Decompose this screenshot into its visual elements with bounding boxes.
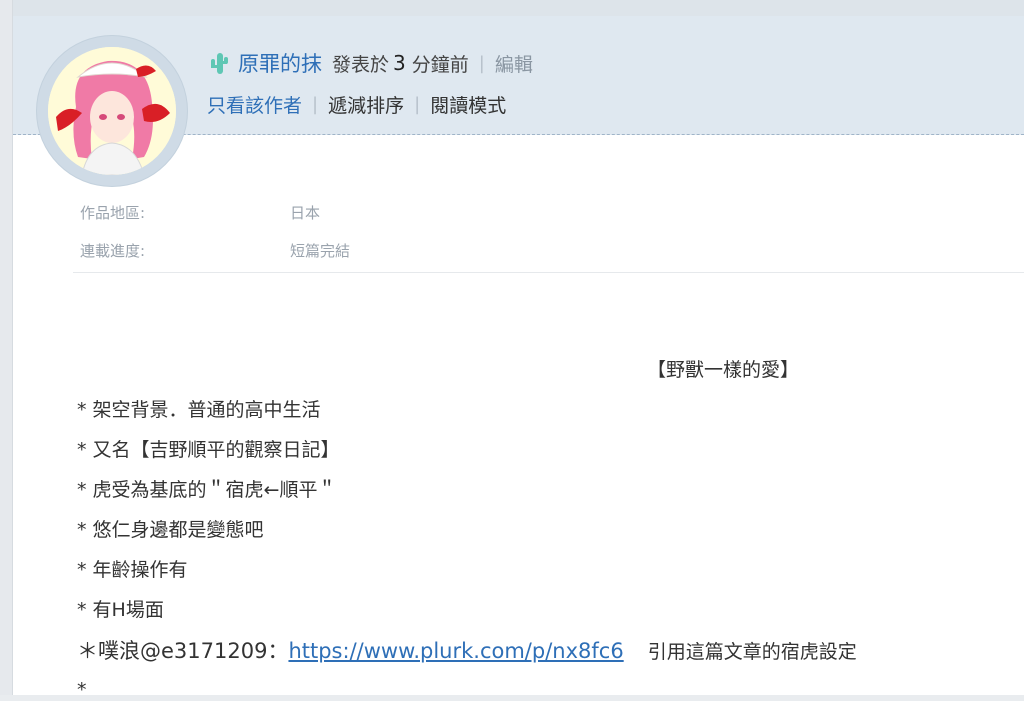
post-title: 【野獸一樣的愛】 xyxy=(647,359,800,381)
plurk-line: ＊噗浪@e3171209：https://www.plurk.com/p/nx8… xyxy=(77,635,857,665)
divider xyxy=(73,272,1024,273)
info-row-region: 作品地區: 日本 xyxy=(80,196,1024,234)
info-label: 連載進度: xyxy=(80,242,146,260)
info-label: 作品地區: xyxy=(80,204,146,222)
separator: | xyxy=(478,52,485,74)
post-meta-row: 原罪的抹 發表於 3 分鐘前 | 編輯 xyxy=(208,48,533,78)
bullet-line: * 架空背景．普通的高中生活 xyxy=(77,399,321,421)
posted-prefix: 發表於 xyxy=(332,53,390,76)
avatar[interactable] xyxy=(37,36,187,186)
bullet-line: * 年齡操作有 xyxy=(77,559,188,581)
post-card: 原罪的抹 發表於 3 分鐘前 | 編輯 只看該作者 | 遞減排序 | 閱讀模式 … xyxy=(13,16,1024,701)
top-strip xyxy=(0,0,1024,16)
info-value: 短篇完結 xyxy=(290,242,351,260)
plurk-url-link[interactable]: https://www.plurk.com/p/nx8fc6 xyxy=(288,639,623,663)
plurk-prefix: ＊噗浪@e3171209： xyxy=(77,639,289,663)
bullet-line: * 有H場面 xyxy=(77,599,164,621)
post-header: 原罪的抹 發表於 3 分鐘前 | 編輯 只看該作者 | 遞減排序 | 閱讀模式 xyxy=(13,16,1024,186)
posted-number: 3 xyxy=(393,51,406,75)
cactus-icon xyxy=(208,50,230,76)
avatar-image[interactable] xyxy=(48,47,176,175)
info-value: 日本 xyxy=(290,204,321,222)
reading-mode-link[interactable]: 閱讀模式 xyxy=(430,91,506,118)
separator: | xyxy=(312,93,319,115)
reverse-order-link[interactable]: 遞減排序 xyxy=(328,91,404,118)
avatar-illustration xyxy=(48,47,176,175)
bullet-line: * 又名【吉野順平的觀察日記】 xyxy=(77,439,340,461)
post-actions-row: 只看該作者 | 遞減排序 | 閱讀模式 xyxy=(207,90,506,118)
info-row-progress: 連載進度: 短篇完結 xyxy=(80,234,1024,272)
bullet-line: * 虎受為基底的＂宿虎←順平＂ xyxy=(77,479,337,501)
left-scroll-gutter xyxy=(0,0,13,695)
author-name-link[interactable]: 原罪的抹 xyxy=(238,48,322,78)
post-info-table: 作品地區: 日本 連載進度: 短篇完結 xyxy=(80,196,1024,272)
plurk-suffix: 引用這篇文章的宿虎設定 xyxy=(647,641,857,663)
bullet-line: * 悠仁身邊都是變態吧 xyxy=(77,519,264,541)
edit-link[interactable]: 編輯 xyxy=(495,50,533,77)
separator: | xyxy=(414,93,421,115)
posted-suffix: 分鐘前 xyxy=(411,53,469,76)
bullet-line: * xyxy=(77,679,87,701)
author-only-link[interactable]: 只看該作者 xyxy=(207,91,302,118)
